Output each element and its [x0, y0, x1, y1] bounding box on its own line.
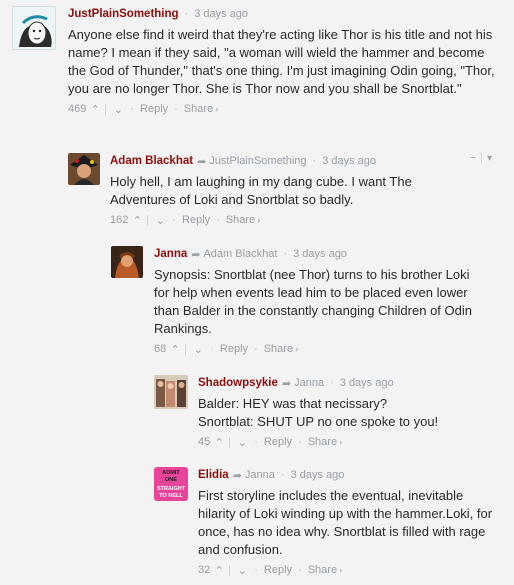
- downvote-icon[interactable]: ⌄: [154, 214, 166, 227]
- comment-footer: 469 ⌃ ⌄ · Reply · Share ›: [68, 103, 219, 116]
- share-button[interactable]: Share ›: [308, 436, 342, 448]
- avatar-image: [111, 246, 143, 278]
- avatar[interactable]: [12, 6, 56, 50]
- timestamp[interactable]: 3 days ago: [322, 155, 376, 167]
- reply-arrow-icon: ➦: [191, 248, 201, 261]
- avatar[interactable]: [154, 375, 188, 409]
- comment-meta: JustPlainSomething · 3 days ago: [68, 8, 249, 20]
- comment-text-line: Balder: HEY was that necissary?: [198, 396, 388, 411]
- comment-footer: 45 ⌃ ⌄ · Reply · Share ›: [198, 436, 343, 449]
- downvote-icon[interactable]: ⌄: [236, 436, 248, 449]
- author-name[interactable]: Adam Blackhat: [110, 155, 193, 167]
- reply-button[interactable]: Reply: [220, 343, 248, 355]
- author-name[interactable]: JustPlainSomething: [68, 8, 179, 20]
- reply-arrow-icon: ➦: [232, 469, 242, 482]
- avatar-image: [13, 7, 55, 49]
- chevron-down-icon[interactable]: ▾: [487, 153, 492, 164]
- chevron-right-icon: ›: [339, 565, 343, 575]
- downvote-icon[interactable]: ⌄: [236, 564, 248, 577]
- comment-meta: Shadowpsykie ➦ Janna · 3 days ago: [198, 377, 394, 390]
- comment-meta: Adam Blackhat ➦ JustPlainSomething · 3 d…: [110, 155, 377, 168]
- downvote-icon[interactable]: ⌄: [112, 103, 124, 116]
- comment-text: Synopsis: Snortblat (nee Thor) turns to …: [154, 267, 472, 336]
- avatar-text: TO HELL: [159, 492, 183, 499]
- reply-button[interactable]: Reply: [264, 436, 292, 448]
- vote-count: 32: [198, 564, 211, 576]
- reply-button[interactable]: Reply: [182, 214, 210, 226]
- vote-count: 45: [198, 436, 211, 448]
- share-button[interactable]: Share ›: [184, 103, 218, 115]
- comment-controls: − ▾: [470, 153, 492, 164]
- comment-text: First storyline includes the eventual, i…: [198, 488, 493, 557]
- upvote-icon[interactable]: ⌃: [213, 564, 225, 577]
- author-name[interactable]: Janna: [154, 248, 187, 260]
- reply-button[interactable]: Reply: [264, 564, 292, 576]
- timestamp[interactable]: 3 days ago: [291, 469, 345, 481]
- upvote-icon[interactable]: ⌃: [131, 214, 143, 227]
- reply-arrow-icon: ➦: [281, 377, 292, 390]
- share-button[interactable]: Share ›: [308, 564, 342, 576]
- reply-to-link[interactable]: Janna: [294, 377, 324, 389]
- chevron-right-icon: ›: [295, 344, 299, 354]
- reply-to-link[interactable]: Janna: [245, 469, 275, 481]
- reply-to-link[interactable]: Adam Blackhat: [203, 248, 277, 260]
- share-button[interactable]: Share ›: [264, 343, 298, 355]
- chevron-right-icon: ›: [339, 437, 343, 447]
- upvote-icon[interactable]: ⌃: [213, 436, 225, 449]
- avatar-image: [154, 375, 188, 409]
- timestamp[interactable]: 3 days ago: [293, 248, 347, 260]
- vote-count: 68: [154, 343, 167, 355]
- comment-text-line: Snortblat: SHUT UP no one spoke to you!: [198, 414, 439, 429]
- reply-to-link[interactable]: JustPlainSomething: [209, 155, 306, 167]
- vote-count: 162: [110, 214, 129, 226]
- author-name[interactable]: Elidia: [198, 469, 229, 481]
- comment-text: Balder: HEY was that necissary? Snortbla…: [198, 395, 494, 431]
- upvote-icon[interactable]: ⌃: [169, 343, 181, 356]
- vote-count: 469: [68, 103, 87, 115]
- comment-footer: 68 ⌃ ⌄ · Reply · Share ›: [154, 343, 299, 356]
- downvote-icon[interactable]: ⌄: [192, 343, 204, 356]
- chevron-right-icon: ›: [257, 215, 261, 225]
- avatar-text: STRAIGHT: [156, 486, 186, 492]
- comment-meta: Janna ➦ Adam Blackhat · 3 days ago: [154, 248, 347, 261]
- avatar-text: ONE: [165, 476, 177, 483]
- author-name[interactable]: Shadowpsykie: [198, 377, 278, 389]
- comment-text: Anyone else find it weird that they're a…: [68, 27, 495, 96]
- collapse-button[interactable]: −: [470, 153, 476, 164]
- chevron-right-icon: ›: [215, 104, 219, 114]
- reply-button[interactable]: Reply: [140, 103, 168, 115]
- comment-footer: 32 ⌃ ⌄ · Reply · Share ›: [198, 564, 343, 577]
- share-button[interactable]: Share ›: [226, 214, 260, 226]
- avatar[interactable]: [68, 153, 100, 185]
- timestamp[interactable]: 3 days ago: [340, 377, 394, 389]
- comment-meta: Elidia ➦ Janna · 3 days ago: [198, 469, 345, 482]
- comment-text: Holy hell, I am laughing in my dang cube…: [110, 174, 412, 207]
- timestamp[interactable]: 3 days ago: [194, 8, 248, 20]
- comment-footer: 162 ⌃ ⌄ · Reply · Share ›: [110, 214, 261, 227]
- avatar[interactable]: ADMIT ONE STRAIGHT TO HELL: [154, 467, 188, 501]
- avatar-image: [68, 153, 100, 185]
- avatar[interactable]: [111, 246, 143, 278]
- upvote-icon[interactable]: ⌃: [89, 103, 101, 116]
- reply-arrow-icon: ➦: [197, 155, 207, 168]
